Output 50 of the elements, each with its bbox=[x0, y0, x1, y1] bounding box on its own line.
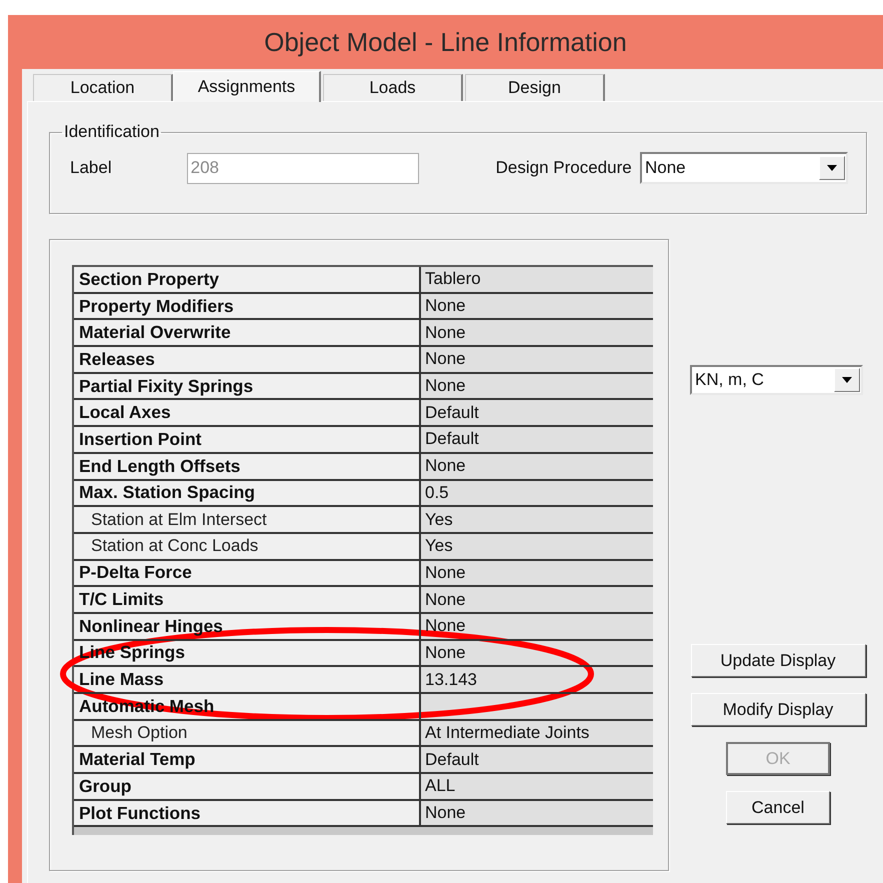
dialog-button[interactable]: Cancel bbox=[726, 791, 830, 824]
group-legend: Identification bbox=[62, 122, 162, 142]
property-name-cell: Partial Fixity Springs bbox=[74, 374, 421, 400]
property-value-cell[interactable]: Yes bbox=[421, 507, 653, 534]
property-name-cell: Property Modifiers bbox=[74, 294, 421, 320]
property-name-cell: Section Property bbox=[74, 267, 421, 294]
window-title: Object Model - Line Information bbox=[264, 26, 627, 58]
units-dropdown[interactable]: KN, m, C bbox=[690, 365, 863, 395]
dialog-button[interactable]: Modify Display bbox=[690, 693, 866, 726]
property-name-cell: Material Overwrite bbox=[74, 320, 421, 348]
property-name-cell: Station at Elm Intersect bbox=[74, 507, 421, 534]
property-value-cell[interactable]: None bbox=[421, 374, 653, 400]
property-value-cell[interactable]: Default bbox=[421, 427, 653, 454]
property-value-cell[interactable]: Default bbox=[421, 747, 653, 774]
property-value-cell[interactable]: None bbox=[421, 640, 653, 668]
property-value-cell[interactable]: None bbox=[421, 560, 653, 588]
label-caption: Label bbox=[70, 158, 112, 178]
property-name-cell: Max. Station Spacing bbox=[74, 480, 421, 508]
property-value-cell[interactable]: None bbox=[421, 587, 653, 614]
property-value-cell[interactable]: 0.5 bbox=[421, 480, 653, 508]
property-name-cell: Mesh Option bbox=[74, 720, 421, 748]
property-name-cell: Insertion Point bbox=[74, 427, 421, 454]
design-procedure-dropdown[interactable]: None bbox=[640, 152, 848, 184]
dialog-button[interactable]: Update Display bbox=[690, 644, 866, 677]
property-name-cell: T/C Limits bbox=[74, 587, 421, 614]
tab[interactable]: Location bbox=[33, 74, 173, 101]
property-name-cell: Nonlinear Hinges bbox=[74, 614, 421, 641]
property-name-cell: Material Temp bbox=[74, 747, 421, 774]
tab[interactable]: Assignments bbox=[173, 71, 321, 102]
property-value-cell[interactable]: Tablero bbox=[421, 267, 653, 294]
property-value-cell[interactable]: None bbox=[421, 347, 653, 374]
design-procedure-caption: Design Procedure bbox=[496, 158, 632, 178]
property-name-cell: End Length Offsets bbox=[74, 454, 421, 480]
property-value-cell[interactable]: ALL bbox=[421, 774, 653, 801]
property-value-cell[interactable]: Default bbox=[421, 400, 653, 428]
property-name-cell: Station at Conc Loads bbox=[74, 534, 421, 561]
property-value-cell[interactable]: None bbox=[421, 320, 653, 348]
property-value-cell[interactable]: Yes bbox=[421, 534, 653, 561]
property-value-cell[interactable]: None bbox=[421, 294, 653, 320]
property-value-cell[interactable]: At Intermediate Joints bbox=[421, 720, 653, 748]
property-value-cell[interactable]: 13.143 bbox=[421, 667, 653, 694]
property-name-cell: P-Delta Force bbox=[74, 560, 421, 588]
property-name-cell: Line Mass bbox=[74, 667, 421, 694]
property-name-cell: Local Axes bbox=[74, 400, 421, 428]
property-value-cell[interactable]: None bbox=[421, 614, 653, 641]
tab[interactable]: Design bbox=[465, 74, 605, 101]
tab[interactable]: Loads bbox=[323, 74, 463, 101]
property-value-cell[interactable]: None bbox=[421, 454, 653, 480]
property-name-cell: Group bbox=[74, 774, 421, 801]
property-name-cell: Releases bbox=[74, 347, 421, 374]
